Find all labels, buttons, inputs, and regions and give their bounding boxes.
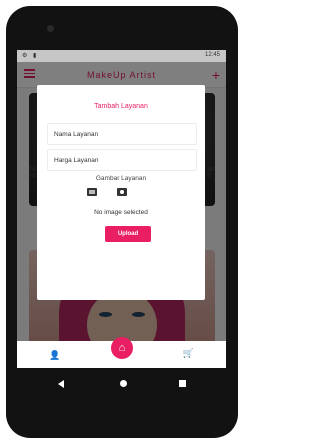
- status-left-icons: ⚙ ▮: [22, 53, 39, 59]
- dialog-title: Tambah Layanan: [94, 103, 148, 110]
- status-time: 12:45: [204, 52, 220, 58]
- bottom-navigation: 👤 ⌂ 🛒: [17, 337, 226, 368]
- service-image-label: Gambar Layanan: [95, 175, 147, 182]
- gallery-icon[interactable]: [87, 188, 97, 196]
- service-name-input[interactable]: Nama Layanan: [47, 123, 197, 145]
- recent-apps-icon[interactable]: [179, 380, 186, 387]
- back-icon[interactable]: [58, 380, 64, 388]
- home-icon[interactable]: ⌂: [111, 337, 133, 359]
- front-camera-icon: [47, 25, 54, 32]
- system-navigation-bar: [17, 370, 226, 400]
- cart-icon[interactable]: 🛒: [183, 348, 194, 359]
- service-price-input[interactable]: Harga Layanan: [47, 149, 197, 171]
- home-circle-icon[interactable]: [120, 380, 127, 387]
- camera-icon[interactable]: [117, 188, 127, 196]
- no-image-text: No image selected: [94, 209, 148, 216]
- add-service-dialog: Tambah Layanan Nama Layanan Harga Layana…: [37, 85, 205, 300]
- status-bar: ⚙ ▮ 12:45: [17, 50, 226, 62]
- person-icon[interactable]: 👤: [49, 350, 60, 361]
- upload-button[interactable]: Upload: [105, 226, 151, 242]
